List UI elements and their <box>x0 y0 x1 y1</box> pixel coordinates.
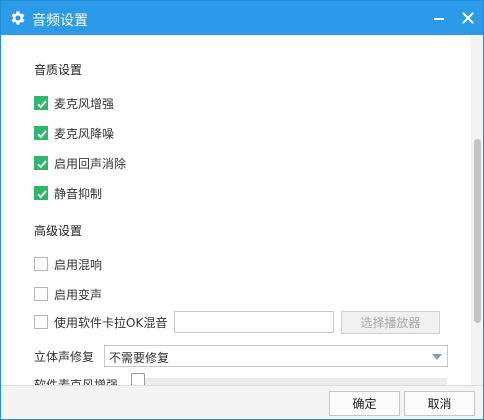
checkbox-label: 麦克风增强 <box>54 96 115 111</box>
stereo-repair-label: 立体声修复 <box>34 350 95 364</box>
select-player-button[interactable]: 选择播放器 <box>341 311 440 334</box>
checkbox-unchecked-icon[interactable] <box>34 287 48 301</box>
close-icon <box>462 12 474 24</box>
checkbox-label: 使用软件卡拉OK混音 <box>54 315 168 330</box>
checkbox-silence-suppress[interactable]: 静音抑制 <box>34 185 102 201</box>
checkbox-label: 启用回声消除 <box>54 156 127 171</box>
checkbox-checked-icon[interactable] <box>34 96 48 110</box>
audio-settings-window: 音频设置 音质设置 麦克风增强 麦克风降噪 启用回声消除 静音抑制 高级设置 启… <box>0 0 484 420</box>
checkbox-checked-icon[interactable] <box>34 156 48 170</box>
cancel-button[interactable]: 取消 <box>404 391 475 416</box>
scrollbar-thumb[interactable] <box>474 139 481 323</box>
checkbox-label: 麦克风降噪 <box>54 126 115 141</box>
checkbox-checked-icon[interactable] <box>34 186 48 200</box>
checkbox-label: 启用混响 <box>54 257 103 272</box>
stereo-repair-value: 不需要修复 <box>109 351 170 365</box>
checkbox-echo-cancel[interactable]: 启用回声消除 <box>34 155 126 171</box>
checkbox-checked-icon[interactable] <box>34 126 48 140</box>
checkbox-voice-change[interactable]: 启用变声 <box>34 286 102 302</box>
checkbox-label: 静音抑制 <box>54 186 103 201</box>
close-button[interactable] <box>457 7 479 29</box>
vertical-scrollbar[interactable] <box>471 35 483 385</box>
soft-mic-boost-slider-thumb[interactable] <box>131 373 145 385</box>
title-bar[interactable]: 音频设置 <box>1 1 483 35</box>
stereo-repair-select[interactable]: 不需要修复 <box>104 345 448 367</box>
section-title-quality: 音质设置 <box>34 63 83 77</box>
checkbox-label: 启用变声 <box>54 287 103 302</box>
soft-mic-boost-label: 软件麦克风增强 <box>34 378 119 385</box>
checkbox-reverb[interactable]: 启用混响 <box>34 256 102 272</box>
section-title-advanced: 高级设置 <box>34 224 83 238</box>
minimize-button[interactable] <box>428 7 450 29</box>
checkbox-mic-denoise[interactable]: 麦克风降噪 <box>34 125 114 141</box>
checkbox-unchecked-icon[interactable] <box>34 315 48 329</box>
checkbox-mic-boost[interactable]: 麦克风增强 <box>34 95 114 111</box>
gear-icon <box>11 11 25 25</box>
ok-button[interactable]: 确定 <box>329 391 400 416</box>
chevron-down-icon <box>432 354 442 360</box>
soft-mic-boost-slider-track[interactable] <box>141 378 447 385</box>
karaoke-player-input[interactable] <box>174 311 334 333</box>
settings-content: 音质设置 麦克风增强 麦克风降噪 启用回声消除 静音抑制 高级设置 启用混响 启… <box>1 35 471 385</box>
checkbox-karaoke-mix[interactable]: 使用软件卡拉OK混音 <box>34 314 167 330</box>
minimize-icon <box>434 18 444 20</box>
dialog-footer: 确定 取消 <box>1 385 483 419</box>
checkbox-unchecked-icon[interactable] <box>34 257 48 271</box>
window-title: 音频设置 <box>32 13 88 29</box>
